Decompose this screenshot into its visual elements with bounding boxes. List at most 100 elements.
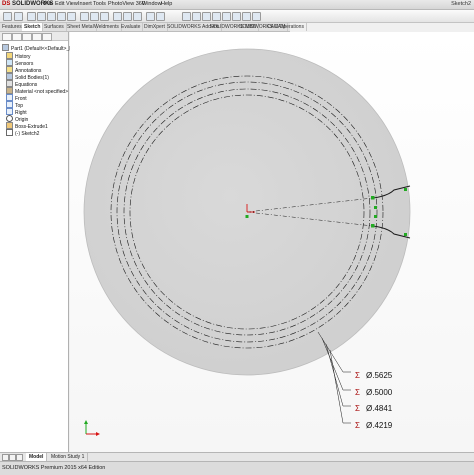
undo-icon[interactable] (222, 12, 231, 21)
quick-snaps-icon[interactable] (133, 12, 142, 21)
move-entities-icon[interactable] (100, 12, 109, 21)
feature-tree-tab-icon[interactable] (2, 33, 12, 41)
dimension-sigma-icon[interactable]: Σ (355, 421, 360, 430)
document-name: Sketch2 (451, 1, 471, 7)
relation-marker[interactable] (374, 215, 377, 218)
menu-help[interactable]: Help (161, 1, 172, 8)
plane-icon (6, 101, 13, 108)
mirror-tool-icon[interactable] (80, 12, 89, 21)
solid-bodies-icon (6, 73, 13, 80)
relation-marker[interactable] (371, 196, 375, 200)
tree-item-label: (-) Sketch2 (15, 131, 40, 137)
title-bar: DS SOLIDWORKS File Edit View Insert Tool… (0, 0, 474, 10)
instant2d-icon[interactable] (146, 12, 155, 21)
command-manager-tabs: Features Sketch Surfaces Sheet Metal Wel… (0, 23, 307, 32)
repair-sketch-icon[interactable] (123, 12, 132, 21)
sensor-icon (6, 59, 13, 66)
status-bar: SOLIDWORKS Premium 2015 x64 Edition (0, 461, 474, 475)
save-icon[interactable] (202, 12, 211, 21)
command-manager-toolbar (0, 10, 474, 23)
menu-insert[interactable]: Insert (78, 1, 92, 8)
relation-marker[interactable] (371, 224, 375, 228)
tree-item-material[interactable]: Material <not specified> (6, 87, 68, 95)
first-tab-icon[interactable] (2, 454, 9, 461)
menu-tools[interactable]: Tools (93, 1, 106, 8)
configuration-tab-icon[interactable] (22, 33, 32, 41)
shaded-sketch-icon[interactable] (156, 12, 165, 21)
dimxpert-tab-icon[interactable] (32, 33, 42, 41)
tree-root-part[interactable]: Part1 (Default<<Default>_Pho (2, 44, 78, 52)
feature-manager-panel: Part1 (Default<<Default>_Pho History Sen… (0, 32, 78, 452)
tree-item-solid-bodies[interactable]: Solid Bodies(1) (6, 73, 49, 81)
tree-item-front-plane[interactable]: Front (6, 94, 27, 102)
open-icon[interactable] (192, 12, 201, 21)
tree-item-boss-extrude1[interactable]: Boss-Extrude1 (6, 122, 48, 130)
tab-dimxpert[interactable]: DimXpert (142, 23, 168, 31)
tab-cam-operations[interactable]: CAM Operations (265, 23, 307, 31)
options-gear-icon[interactable] (252, 12, 261, 21)
plane-icon (6, 108, 13, 115)
smart-dimension-icon[interactable] (14, 12, 23, 21)
tree-item-origin[interactable]: Origin (6, 115, 28, 123)
feature-manager-tabs (0, 32, 68, 41)
display-manager-tab-icon[interactable] (42, 33, 52, 41)
equations-icon (6, 80, 13, 87)
tree-item-annotations[interactable]: Annotations (6, 66, 41, 74)
dimension-4841[interactable]: Ø.4841 (366, 404, 393, 413)
prev-tab-icon[interactable] (9, 454, 16, 461)
tree-item-equations[interactable]: Equations (6, 80, 37, 88)
relation-marker[interactable] (404, 233, 407, 236)
graphics-area[interactable]: Σ Ø.5625 Σ Ø.5000 Σ Ø.4841 Σ Ø.4219 (70, 32, 474, 452)
tree-item-top-plane[interactable]: Top (6, 101, 23, 109)
model-tabs-bar: Model Motion Study 1 (0, 452, 474, 461)
print-icon[interactable] (212, 12, 221, 21)
tree-item-sensors[interactable]: Sensors (6, 59, 33, 67)
tree-item-sketch2[interactable]: (-) Sketch2 (6, 129, 40, 137)
menu-view[interactable]: View (66, 1, 78, 8)
extrude-icon (6, 122, 13, 129)
tab-evaluate[interactable]: Evaluate (119, 23, 144, 31)
linear-pattern-icon[interactable] (90, 12, 99, 21)
menu-edit[interactable]: Edit (55, 1, 64, 8)
tab-sketch[interactable]: Sketch (22, 23, 44, 31)
next-tab-icon[interactable] (16, 454, 23, 461)
new-document-icon[interactable] (182, 12, 191, 21)
tree-item-right-plane[interactable]: Right (6, 108, 27, 116)
tab-model[interactable]: Model (26, 453, 48, 461)
origin-icon (6, 115, 13, 122)
relation-marker[interactable] (374, 206, 377, 209)
dimension-sigma-icon[interactable]: Σ (355, 404, 360, 413)
sketch-canvas[interactable]: Σ Ø.5625 Σ Ø.5000 Σ Ø.4841 Σ Ø.4219 (70, 32, 474, 452)
sketch-icon (6, 129, 13, 136)
dimension-5000[interactable]: Ø.5000 (366, 388, 393, 397)
tab-weldments[interactable]: Weldments (92, 23, 122, 31)
menu-window[interactable]: Window (142, 1, 162, 8)
tab-surfaces[interactable]: Surfaces (42, 23, 67, 31)
history-icon (6, 52, 13, 59)
annotation-icon (6, 66, 13, 73)
dimension-leader[interactable] (329, 349, 344, 424)
rebuild-icon[interactable] (242, 12, 251, 21)
display-relations-icon[interactable] (113, 12, 122, 21)
select-icon[interactable] (232, 12, 241, 21)
dimension-sigma-icon[interactable]: Σ (355, 371, 360, 380)
property-manager-tab-icon[interactable] (12, 33, 22, 41)
plane-icon (6, 94, 13, 101)
sketch-tool-icon[interactable] (3, 12, 12, 21)
dimension-4219[interactable]: Ø.4219 (366, 421, 393, 430)
rectangle-tool-icon[interactable] (37, 12, 46, 21)
tree-item-history[interactable]: History (6, 52, 31, 60)
circle-tool-icon[interactable] (47, 12, 56, 21)
line-tool-icon[interactable] (27, 12, 36, 21)
arc-tool-icon[interactable] (57, 12, 66, 21)
trim-tool-icon[interactable] (67, 12, 76, 21)
menu-file[interactable]: File (44, 1, 53, 8)
part-icon (2, 44, 9, 51)
tab-motion-study-1[interactable]: Motion Study 1 (48, 453, 89, 461)
dimension-5625[interactable]: Ø.5625 (366, 371, 393, 380)
status-text: SOLIDWORKS Premium 2015 x64 Edition (2, 465, 106, 471)
dimension-sigma-icon[interactable]: Σ (355, 388, 360, 397)
menu-photoview[interactable]: PhotoView 360 (108, 1, 145, 8)
material-icon (6, 87, 13, 94)
relation-marker[interactable] (404, 188, 407, 191)
